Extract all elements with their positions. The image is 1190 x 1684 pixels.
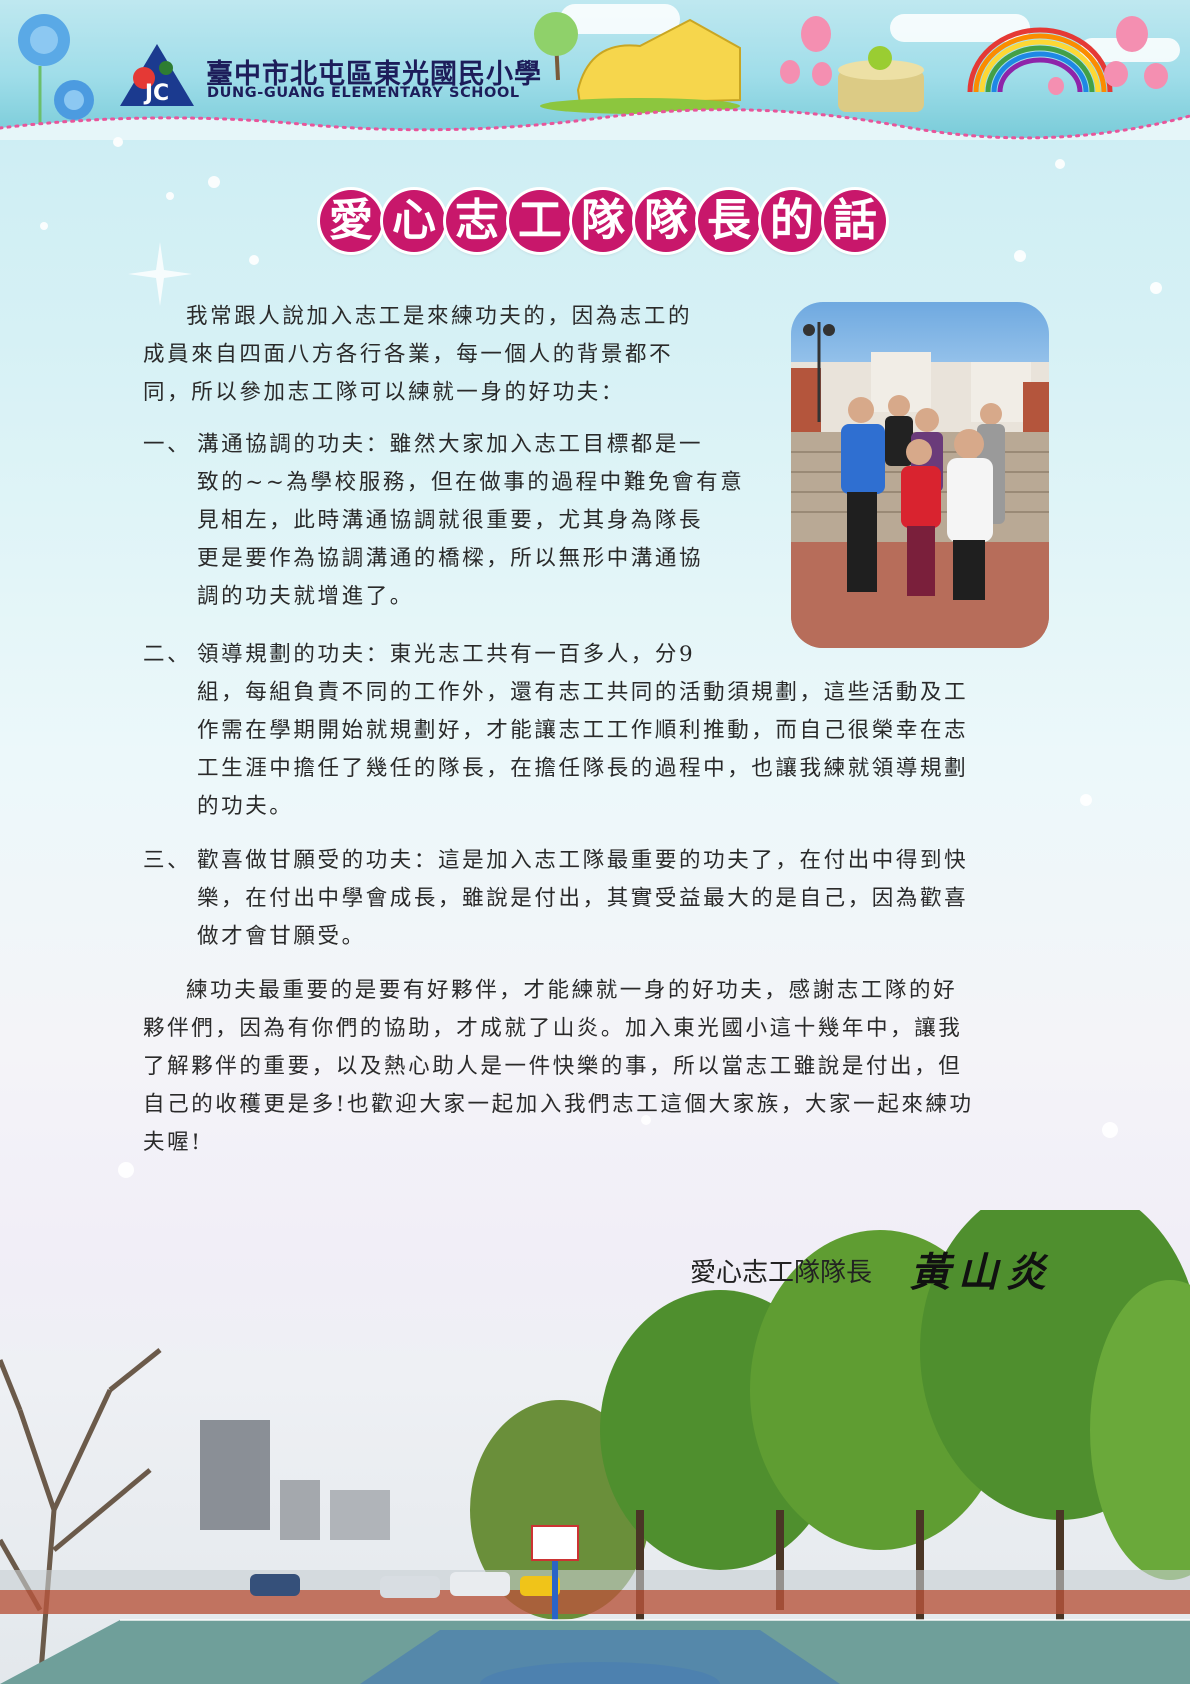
rainbow-icon	[967, 27, 1113, 93]
page: JC 臺中市北屯區東光國民小學 DUNG-GUANG ELEMENTARY SC…	[0, 0, 1190, 1684]
title-char: 隊	[572, 190, 634, 252]
list-number: 一、	[143, 432, 192, 457]
text-line: 更是要作為協調溝通的橋樑，所以無形中溝通協	[197, 546, 704, 571]
text-line: 歡喜做甘願受的功夫：這是加入志工隊最重要的功夫了，在付出中得到快	[197, 848, 969, 873]
title-char: 話	[824, 190, 886, 252]
stump-icon	[838, 46, 924, 112]
text-line: 組，每組負責不同的工作外，還有志工共同的活動須規劃，這些活動及工	[197, 680, 969, 705]
text-line: 同，所以參加志工隊可以練就一身的好功夫：	[143, 380, 626, 405]
intro-paragraph: 我常跟人說加入志工是來練功夫的，因為志工的 成員來自四面八方各行各業，每一個人的…	[143, 298, 763, 412]
flower-icon	[18, 14, 94, 130]
text-line: 樂，在付出中學會成長，雖說是付出，其實受益最大的是自己，因為歡喜	[197, 886, 969, 911]
text-line: 自己的收穫更是多!也歡迎大家一起加入我們志工這個大家族，大家一起來練功	[143, 1092, 974, 1117]
list-number: 三、	[143, 848, 192, 873]
closing-paragraph: 練功夫最重要的是要有好夥伴，才能練就一身的好功夫，感謝志工隊的好 夥伴們，因為有…	[143, 972, 1063, 1162]
title-char: 隊	[635, 190, 697, 252]
school-logo: JC	[120, 44, 194, 106]
family-photo	[791, 302, 1049, 648]
header-banner: JC 臺中市北屯區東光國民小學 DUNG-GUANG ELEMENTARY SC…	[0, 0, 1190, 140]
list-item: 三、 歡喜做甘願受的功夫：這是加入志工隊最重要的功夫了，在付出中得到快 樂，在付…	[143, 842, 1103, 956]
text-line: 了解夥伴的重要，以及熱心助人是一件快樂的事，所以當志工雖說是付出，但	[143, 1054, 963, 1079]
title-char: 心	[383, 190, 445, 252]
text-line: 練功夫最重要的是要有好夥伴，才能練就一身的好功夫，感謝志工隊的好	[186, 978, 958, 1003]
signature-role: 愛心志工隊隊長	[690, 1258, 873, 1288]
list-item: 二、 領導規劃的功夫：東光志工共有一百多人，分9 組，每組負責不同的工作外，還有…	[143, 636, 1103, 826]
text-line: 的功夫。	[197, 794, 294, 819]
text-line: 夫喔!	[143, 1130, 203, 1155]
title-char: 的	[761, 190, 823, 252]
signature-name: 黃山炎	[910, 1249, 1054, 1296]
school-name-en: DUNG-GUANG ELEMENTARY SCHOOL	[207, 85, 520, 101]
list-item: 一、 溝通協調的功夫：雖然大家加入志工目標都是一 致的~~為學校服務，但在做事的…	[143, 426, 763, 616]
text-line: 成員來自四面八方各行各業，每一個人的背景都不	[143, 342, 674, 367]
text-line: 調的功夫就增進了。	[197, 584, 414, 609]
text-line: 工生涯中擔任了幾任的隊長，在擔任隊長的過程中，也讓我練就領導規劃	[197, 756, 969, 781]
title-char: 長	[698, 190, 760, 252]
text-line: 我常跟人說加入志工是來練功夫的，因為志工的	[186, 304, 693, 329]
title-char: 愛	[320, 190, 382, 252]
text-line: 夥伴們，因為有你們的協助，才成就了山炎。加入東光國小這十幾年中，讓我	[143, 1016, 963, 1041]
text-line: 做才會甘願受。	[197, 924, 366, 949]
text-line: 致的~~為學校服務，但在做事的過程中難免會有意	[197, 470, 745, 495]
text-line: 作需在學期開始就規劃好，才能讓志工工作順利推動，而自己很榮幸在志	[197, 718, 969, 743]
family-photo-icon	[791, 322, 1049, 648]
page-title: 愛 心 志 工 隊 隊 長 的 話	[320, 190, 886, 256]
svg-text:JC: JC	[143, 81, 169, 106]
list-number: 二、	[143, 642, 192, 667]
title-char: 志	[446, 190, 508, 252]
text-line: 溝通協調的功夫：雖然大家加入志工目標都是一	[197, 432, 704, 457]
text-line: 見相左，此時溝通協調就很重要，尤其身為隊長	[197, 508, 704, 533]
text-line: 領導規劃的功夫：東光志工共有一百多人，分9	[197, 642, 696, 667]
title-char: 工	[509, 190, 571, 252]
